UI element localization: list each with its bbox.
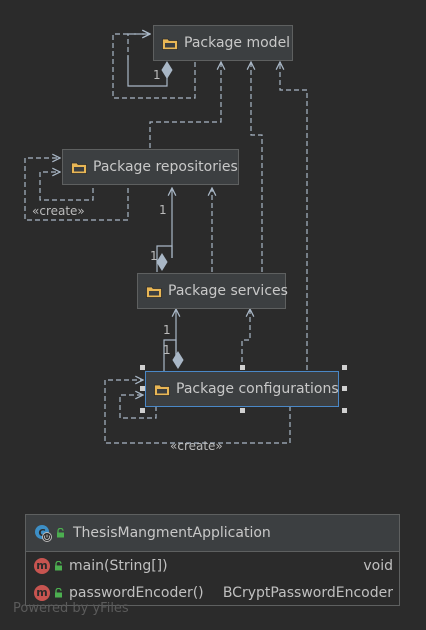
- method-return-type: BCryptPasswordEncoder: [222, 584, 393, 601]
- class-header: C ThesisMangmentApplication: [26, 515, 399, 552]
- folder-icon: [71, 162, 87, 174]
- configurations-to-model-edge: [280, 62, 308, 370]
- selection-handle[interactable]: [342, 365, 347, 370]
- package-model-node[interactable]: Package model: [153, 25, 293, 61]
- powered-by-label: Powered by yFiles: [13, 601, 129, 616]
- method-name: main(String[]): [69, 557, 168, 574]
- lock-icon: [55, 587, 62, 597]
- method-row[interactable]: m main(String[]) void: [26, 552, 399, 579]
- selection-handle[interactable]: [342, 408, 347, 413]
- package-configurations-node[interactable]: Package configurations: [145, 371, 339, 407]
- model-composition-diamond: [161, 61, 173, 79]
- selection-handle[interactable]: [240, 408, 245, 413]
- model-self-multiplicity: 1: [153, 68, 161, 82]
- services-to-model-edge: [251, 62, 263, 272]
- class-name: ThesisMangmentApplication: [73, 525, 271, 541]
- selection-handle[interactable]: [342, 386, 347, 391]
- services-composition-diamond: [172, 351, 184, 369]
- lock-icon: [55, 560, 62, 570]
- spring-boot-app-icon: C: [35, 525, 52, 542]
- selection-handle[interactable]: [140, 365, 145, 370]
- selection-handle[interactable]: [140, 408, 145, 413]
- model-self-loop-edge: [127, 34, 150, 60]
- folder-icon: [154, 384, 170, 396]
- package-repositories-label: Package repositories: [93, 159, 238, 175]
- package-services-node[interactable]: Package services: [137, 273, 288, 309]
- application-class-box[interactable]: C ThesisMangmentApplication m main(Strin…: [25, 514, 400, 606]
- method-icon: m: [34, 584, 50, 601]
- selection-handle[interactable]: [140, 386, 145, 391]
- repositories-composition-diamond: [156, 253, 168, 271]
- configurations-create-label: «create»: [170, 439, 223, 453]
- package-repositories-node[interactable]: Package repositories: [62, 149, 239, 185]
- method-icon: m: [34, 557, 50, 574]
- selection-handle[interactable]: [240, 365, 245, 370]
- repositories-to-model-edge: [149, 62, 221, 148]
- configurations-to-services-edge: [241, 309, 250, 370]
- package-model-label: Package model: [184, 35, 291, 51]
- lock-icon: [57, 528, 64, 538]
- method-return-type: void: [363, 557, 393, 574]
- services-multiplicity-top: 1: [163, 323, 171, 337]
- method-name: passwordEncoder(): [69, 584, 204, 601]
- folder-icon: [146, 286, 162, 298]
- services-multiplicity-bottom: 1: [163, 343, 171, 357]
- package-configurations-label: Package configurations: [176, 381, 339, 397]
- folder-icon: [162, 38, 178, 50]
- repositories-create-label: «create»: [32, 204, 85, 218]
- repositories-multiplicity-top: 1: [159, 203, 167, 217]
- package-services-label: Package services: [168, 283, 288, 299]
- repositories-multiplicity-bottom: 1: [150, 249, 158, 263]
